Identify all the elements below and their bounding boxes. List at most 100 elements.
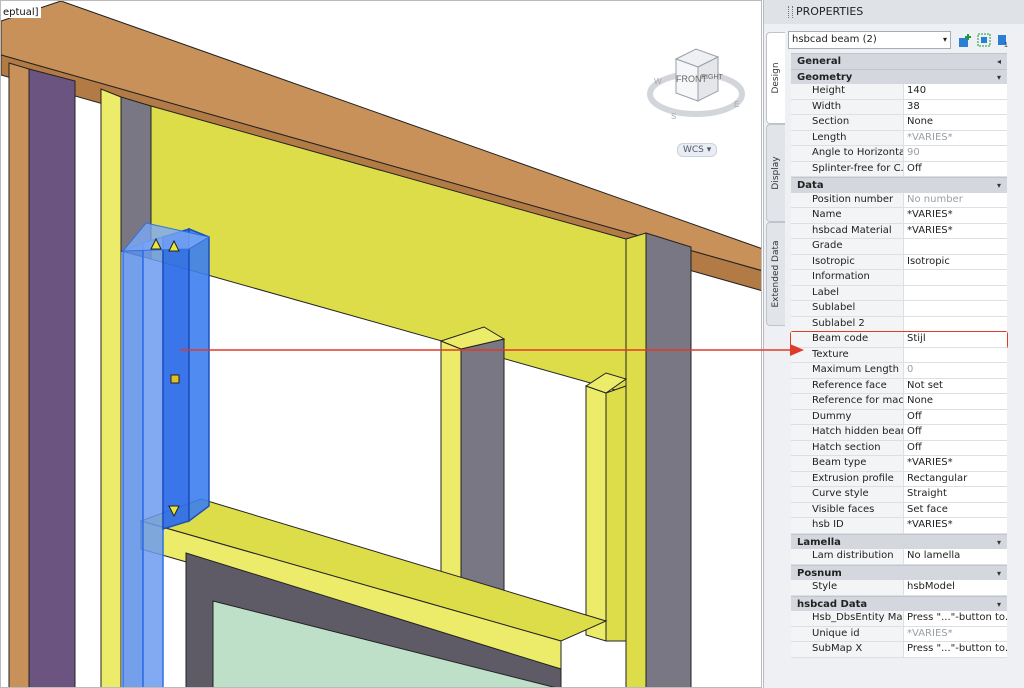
property-row[interactable]: Section None xyxy=(791,115,1007,131)
property-value[interactable]: Not set xyxy=(904,378,1007,394)
property-row[interactable]: Unique id *VARIES* xyxy=(791,626,1007,642)
property-value[interactable]: Press "..."-button to... xyxy=(904,642,1007,658)
property-value[interactable]: Set face xyxy=(904,502,1007,518)
property-value[interactable] xyxy=(904,347,1007,363)
property-value[interactable]: *VARIES* xyxy=(904,626,1007,642)
property-row[interactable]: hsbcad Material *VARIES* xyxy=(791,223,1007,239)
property-row[interactable]: Length *VARIES* xyxy=(791,130,1007,146)
quick-select-icon[interactable] xyxy=(958,33,973,48)
property-value[interactable]: Rectangular xyxy=(904,471,1007,487)
property-value[interactable]: Off xyxy=(904,161,1007,177)
chevron-down-icon[interactable]: ▾ xyxy=(997,70,1001,85)
property-row[interactable]: Height 140 xyxy=(791,84,1007,100)
property-row[interactable]: Isotropic Isotropic xyxy=(791,254,1007,270)
yellow-stud-left[interactable] xyxy=(100,88,122,688)
cripple-stud-face[interactable] xyxy=(440,340,462,608)
property-value[interactable]: *VARIES* xyxy=(904,518,1007,534)
property-value[interactable]: Press "..."-button to... xyxy=(904,611,1007,627)
property-row[interactable]: Hsb_DbsEntity Map Press "..."-button to..… xyxy=(791,611,1007,627)
property-row[interactable]: Label xyxy=(791,285,1007,301)
property-value[interactable]: No number xyxy=(904,192,1007,208)
drag-handle-icon[interactable] xyxy=(788,6,793,18)
property-row[interactable]: Hatch hidden beam Off xyxy=(791,425,1007,441)
property-value[interactable]: *VARIES* xyxy=(904,130,1007,146)
property-row[interactable]: hsb ID *VARIES* xyxy=(791,518,1007,534)
property-row[interactable]: Sublabel xyxy=(791,301,1007,317)
palette-title-bar[interactable]: PROPERTIES xyxy=(764,0,1024,24)
grip-square[interactable] xyxy=(170,374,180,384)
chevron-down-icon[interactable]: ▾ xyxy=(997,597,1001,612)
viewcube-icon[interactable]: FRONT RIGHT W S E xyxy=(646,39,746,129)
property-value[interactable]: None xyxy=(904,394,1007,410)
property-value[interactable]: 0 xyxy=(904,363,1007,379)
property-row[interactable]: Sublabel 2 xyxy=(791,316,1007,332)
chevron-left-icon[interactable]: ◂ xyxy=(997,54,1001,69)
property-value[interactable]: Straight xyxy=(904,487,1007,503)
property-value[interactable] xyxy=(904,239,1007,255)
property-value[interactable]: 140 xyxy=(904,84,1007,100)
purple-stud[interactable] xyxy=(28,68,76,688)
property-row[interactable]: Angle to Horizonta...90 xyxy=(791,146,1007,162)
property-value[interactable] xyxy=(904,285,1007,301)
property-row[interactable]: Visible faces Set face xyxy=(791,502,1007,518)
property-row[interactable]: Name *VARIES* xyxy=(791,208,1007,224)
select-objects-icon[interactable] xyxy=(977,33,992,48)
property-row[interactable]: Width 38 xyxy=(791,99,1007,115)
property-value[interactable]: Stijl xyxy=(904,332,1007,348)
category-header[interactable]: Lamella ▾ xyxy=(791,533,1007,550)
object-type-dropdown[interactable]: hsbcad beam (2) ▾ xyxy=(788,31,951,49)
selected-beam-d[interactable] xyxy=(188,227,210,523)
property-value[interactable]: Isotropic xyxy=(904,254,1007,270)
property-row[interactable]: Hatch section Off xyxy=(791,440,1007,456)
yellow-stud-right[interactable] xyxy=(625,232,647,688)
grey-stud-right[interactable] xyxy=(645,232,692,688)
wcs-menu[interactable]: WCS ▾ xyxy=(677,143,718,157)
category-header[interactable]: Posnum ▾ xyxy=(791,564,1007,581)
chevron-down-icon[interactable]: ▾ xyxy=(997,535,1001,550)
property-value[interactable]: Off xyxy=(904,409,1007,425)
property-row[interactable]: SubMap X Press "..."-button to... xyxy=(791,642,1007,658)
chevron-down-icon[interactable]: ▾ xyxy=(997,178,1001,193)
chevron-down-icon[interactable]: ▾ xyxy=(997,566,1001,581)
property-row[interactable]: Splinter-free for C... Off xyxy=(791,161,1007,177)
visual-style-label[interactable]: eptual] xyxy=(1,7,41,18)
jack-stud-face[interactable] xyxy=(585,385,607,642)
property-value[interactable] xyxy=(904,301,1007,317)
property-value[interactable]: None xyxy=(904,115,1007,131)
tab-display[interactable]: Display xyxy=(766,124,785,222)
property-row[interactable]: Position number No number xyxy=(791,192,1007,208)
property-value[interactable] xyxy=(904,316,1007,332)
category-header[interactable]: Geometry ▾ xyxy=(791,68,1007,85)
category-header[interactable]: hsbcad Data ▾ xyxy=(791,595,1007,612)
property-row[interactable]: Lam distribution No lamella xyxy=(791,549,1007,565)
model-viewport[interactable]: eptual] FRONT RIGHT W S E WCS ▾ xyxy=(0,0,762,688)
property-value[interactable] xyxy=(904,270,1007,286)
property-row[interactable]: Reference for mac... None xyxy=(791,394,1007,410)
property-value[interactable]: *VARIES* xyxy=(904,456,1007,472)
property-value[interactable]: Off xyxy=(904,440,1007,456)
property-row[interactable]: Extrusion profile Rectangular xyxy=(791,471,1007,487)
property-row[interactable]: Texture xyxy=(791,347,1007,363)
category-header[interactable]: Data ▾ xyxy=(791,177,1007,193)
property-value[interactable]: hsbModel xyxy=(904,580,1007,596)
property-row[interactable]: Curve style Straight xyxy=(791,487,1007,503)
property-value[interactable]: 90 xyxy=(904,146,1007,162)
tab-extended-data[interactable]: Extended Data xyxy=(766,222,785,326)
category-header[interactable]: General ◂ xyxy=(791,53,1007,69)
property-row-highlighted[interactable]: Beam code Stijl xyxy=(790,331,1008,349)
selected-beam-a[interactable] xyxy=(122,241,144,688)
property-row[interactable]: Dummy Off xyxy=(791,409,1007,425)
tab-design[interactable]: Design xyxy=(766,32,785,124)
property-row[interactable]: Style hsbModel xyxy=(791,580,1007,596)
property-value[interactable]: *VARIES* xyxy=(904,223,1007,239)
property-value[interactable]: No lamella xyxy=(904,549,1007,565)
property-row[interactable]: Reference face Not set xyxy=(791,378,1007,394)
property-value[interactable]: Off xyxy=(904,425,1007,441)
selected-beam-b[interactable] xyxy=(142,235,164,688)
property-row[interactable]: Beam type *VARIES* xyxy=(791,456,1007,472)
property-row[interactable]: Maximum Length 0 xyxy=(791,363,1007,379)
timber-stud[interactable] xyxy=(8,62,30,688)
property-row[interactable]: Grade xyxy=(791,239,1007,255)
property-value[interactable]: 38 xyxy=(904,99,1007,115)
property-row[interactable]: Information xyxy=(791,270,1007,286)
